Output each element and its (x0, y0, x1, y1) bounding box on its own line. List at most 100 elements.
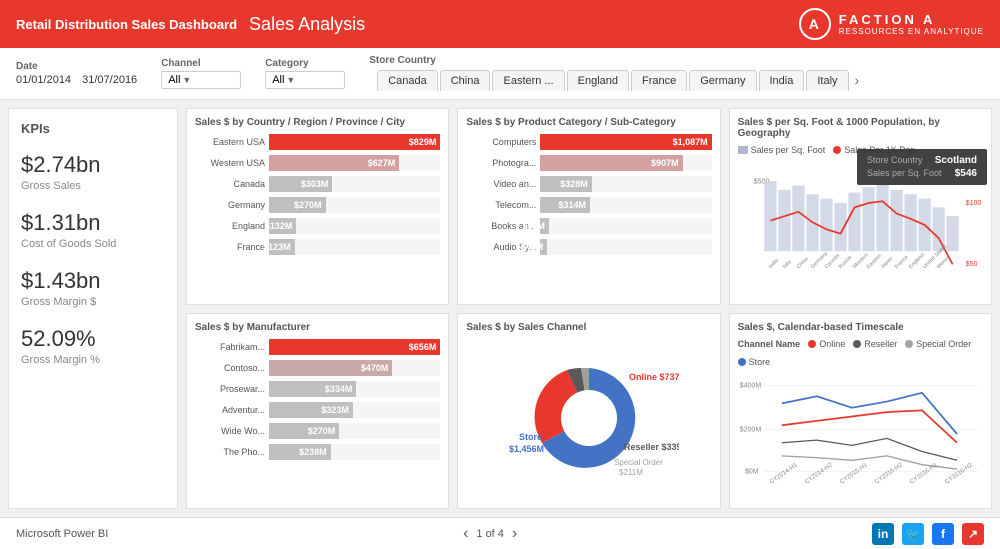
chart-timescale-title: Sales $, Calendar-based Timescale (738, 322, 983, 333)
bar-row: Fabrikam... $656M (195, 339, 440, 355)
country-tabs-container: CanadaChinaEastern ...EnglandFranceGerma… (369, 68, 863, 92)
bar-container: $829M (269, 134, 440, 150)
bar-row: Books an... $59M (466, 218, 711, 234)
category-value: All (272, 74, 284, 86)
country-tab[interactable]: Italy (806, 70, 848, 91)
bar-row: Contoso... $470M (195, 360, 440, 376)
bar-row: Audio Sy... $48M (466, 239, 711, 255)
main-content: KPIs $2.74bnGross Sales$1.31bnCost of Go… (0, 100, 1000, 517)
category-label: Category (265, 58, 345, 69)
geo-tooltip: Store Country Scotland Sales per Sq. Foo… (857, 149, 987, 185)
bar-fill: $270M (269, 423, 339, 439)
donut-container: Online $737M Reseller $339M Special Orde… (466, 339, 711, 498)
bar-container: $48M (540, 239, 711, 255)
svg-text:Special Order: Special Order (614, 458, 663, 467)
bar-value: $270M (308, 426, 336, 436)
bar-row: England $132M (195, 218, 440, 234)
country-tab[interactable]: Canada (377, 70, 438, 91)
analysis-title: Sales Analysis (249, 14, 365, 35)
svg-text:France: France (893, 254, 909, 270)
bar-fill: $334M (269, 381, 356, 397)
bars-country: Eastern USA $829M Western USA $627M Cana… (195, 134, 440, 255)
country-tab[interactable]: England (567, 70, 629, 91)
chart-timescale: Sales $, Calendar-based Timescale Channe… (729, 313, 992, 510)
legend-online-label: Online (819, 339, 845, 349)
store-country-label: Store Country (369, 55, 863, 66)
tooltip-header: Store Country Scotland (867, 155, 977, 166)
bar-container: $303M (269, 176, 440, 192)
twitter-icon[interactable]: 🐦 (902, 523, 924, 545)
next-page-button[interactable]: › (512, 525, 517, 543)
bars-product: Computers $1,087M Photogra... $907M Vide… (466, 134, 711, 255)
footer-nav: ‹ 1 of 4 › (463, 525, 517, 543)
country-tabs: CanadaChinaEastern ...EnglandFranceGerma… (377, 70, 848, 91)
bar-row: Prosewar... $334M (195, 381, 440, 397)
svg-text:China: China (795, 256, 809, 270)
brand-logo: A FACTION A RESSOURCES EN ANALYTIQUE (799, 8, 984, 40)
bar-value: $907M (651, 158, 679, 168)
bar-fill: $328M (540, 176, 591, 192)
country-tab[interactable]: India (759, 70, 805, 91)
tooltip-title-value: Scotland (935, 155, 977, 166)
bar-row: Photogra... $907M (466, 155, 711, 171)
kpi-item: $1.43bnGross Margin $ (21, 268, 165, 308)
country-tab[interactable]: Eastern ... (492, 70, 564, 91)
bar-container: $238M (269, 444, 440, 460)
bar-container: $314M (540, 197, 711, 213)
bar-label: Photogra... (466, 158, 536, 168)
channel-dropdown[interactable]: All ▼ (161, 71, 241, 89)
svg-text:Reseller $339M: Reseller $339M (624, 442, 679, 452)
date-label: Date (16, 61, 137, 72)
legend-special-icon (905, 340, 913, 348)
bar-label: Prosewar... (195, 384, 265, 394)
share-icon[interactable]: ↗ (962, 523, 984, 545)
date-from: 01/01/2014 (16, 74, 71, 86)
bar-fill: $907M (540, 155, 682, 171)
kpi-value: $1.43bn (21, 268, 165, 294)
bar-row: France $123M (195, 239, 440, 255)
country-tab[interactable]: China (440, 70, 491, 91)
kpi-item: $1.31bnCost of Goods Sold (21, 210, 165, 250)
country-tab[interactable]: Germany (689, 70, 756, 91)
tabs-next-arrow[interactable]: › (851, 68, 864, 92)
bar-fill: $323M (269, 402, 353, 418)
tooltip-row-label: Sales per Sq. Foot (867, 168, 942, 179)
bar-label: Western USA (195, 158, 265, 168)
category-dropdown[interactable]: All ▼ (265, 71, 345, 89)
bar-label: Video an... (466, 179, 536, 189)
chevron-down-icon: ▼ (182, 75, 191, 85)
bar-container: $656M (269, 339, 440, 355)
app-name: Microsoft Power BI (16, 528, 108, 540)
bar-label: Computers (466, 137, 536, 147)
bar-value: $323M (321, 405, 349, 415)
legend-bar-icon (738, 146, 748, 154)
legend-bar-label: Sales per Sq. Foot (751, 145, 826, 155)
bar-value: $303M (301, 179, 329, 189)
bar-value: $334M (325, 384, 353, 394)
timescale-legend: Channel Name Online Reseller Special Ord… (738, 339, 983, 367)
kpi-label: Cost of Goods Sold (21, 238, 165, 250)
bar-label: Contoso... (195, 363, 265, 373)
linkedin-icon[interactable]: in (872, 523, 894, 545)
bar-row: The Pho... $238M (195, 444, 440, 460)
bar-value: $270M (294, 200, 322, 210)
prev-page-button[interactable]: ‹ (463, 525, 468, 543)
bar-row: Western USA $627M (195, 155, 440, 171)
legend-online: Online (808, 339, 845, 349)
bar-row: Adventur... $323M (195, 402, 440, 418)
facebook-icon[interactable]: f (932, 523, 954, 545)
svg-text:Store: Store (519, 432, 542, 442)
bar-label: England (195, 221, 265, 231)
bar-label: Telecom... (466, 200, 536, 210)
bar-value: $132M (265, 221, 293, 231)
channel-filter: Channel All ▼ (161, 58, 241, 89)
chart-by-product-title: Sales $ by Product Category / Sub-Catego… (466, 117, 711, 128)
store-country-filter: Store Country CanadaChinaEastern ...Engl… (369, 55, 863, 92)
legend-special-label: Special Order (916, 339, 971, 349)
country-tab[interactable]: France (631, 70, 687, 91)
svg-text:$1,456M: $1,456M (509, 444, 544, 454)
svg-text:India: India (767, 258, 779, 270)
footer: Microsoft Power BI ‹ 1 of 4 › in 🐦 f ↗ (0, 517, 1000, 549)
legend-store-label: Store (749, 357, 771, 367)
legend-line-icon (833, 146, 841, 154)
